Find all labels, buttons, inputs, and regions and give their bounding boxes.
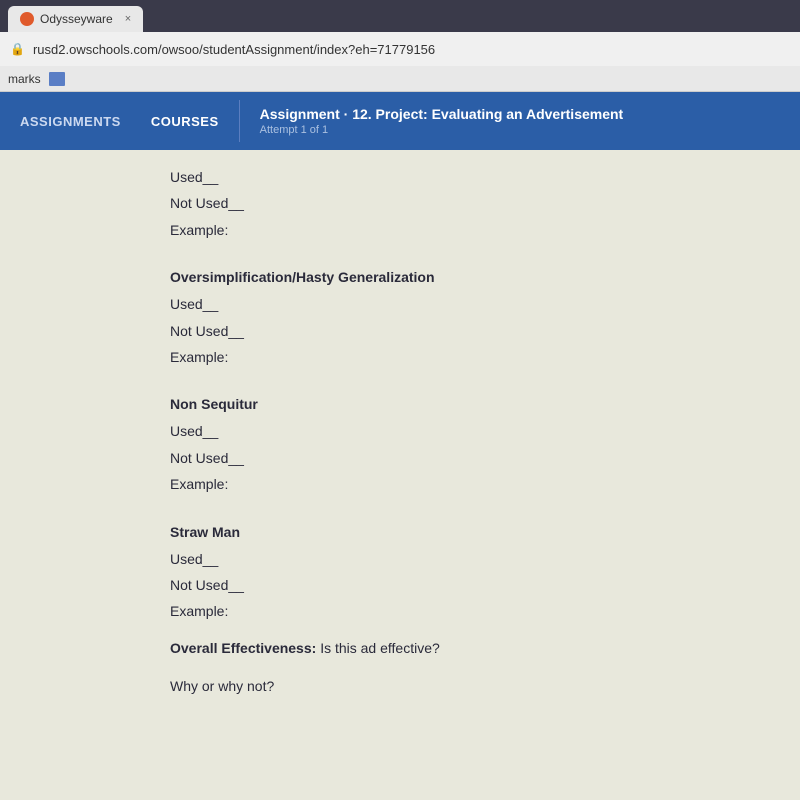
bookmarks-label: marks	[8, 72, 41, 86]
section3-example-text: Example:	[170, 603, 228, 619]
section1-not-used-text: Not Used__	[170, 323, 244, 339]
used-partial-text: Used__	[170, 169, 218, 185]
section1-used-text: Used__	[170, 296, 218, 312]
courses-tab[interactable]: COURSES	[151, 106, 219, 137]
used-partial-line: Used__	[170, 166, 720, 188]
address-bar: 🔒 rusd2.owschools.com/owsoo/studentAssig…	[0, 32, 800, 66]
section3-not-used-line: Not Used__	[170, 574, 720, 596]
browser-tab[interactable]: Odysseyware ×	[8, 6, 143, 32]
assignments-label: ASSIGNMENTS	[20, 114, 121, 129]
assignment-info: Assignment · 12. Project: Evaluating an …	[240, 92, 644, 150]
section2-used-line: Used__	[170, 420, 720, 442]
assignment-prefix: Assignment	[260, 106, 340, 122]
section3-not-used-text: Not Used__	[170, 577, 244, 593]
overall-effectiveness-line: Overall Effectiveness: Is this ad effect…	[170, 637, 720, 659]
section3-used-line: Used__	[170, 548, 720, 570]
courses-label: COURSES	[151, 114, 219, 129]
section2-used-text: Used__	[170, 423, 218, 439]
section1-example-line: Example:	[170, 346, 720, 368]
overall-label: Overall Effectiveness:	[170, 640, 316, 656]
nav-tabs: ASSIGNMENTS COURSES	[0, 92, 239, 150]
section2-not-used-text: Not Used__	[170, 450, 244, 466]
example-1-text: Example:	[170, 222, 228, 238]
section1-heading: Oversimplification/Hasty Generalization	[170, 269, 720, 285]
tab-bar: Odysseyware ×	[0, 0, 800, 32]
section1-used-line: Used__	[170, 293, 720, 315]
address-text[interactable]: rusd2.owschools.com/owsoo/studentAssignm…	[33, 42, 435, 57]
tab-close-button[interactable]: ×	[125, 13, 131, 25]
section3-example-line: Example:	[170, 600, 720, 622]
section1-not-used-line: Not Used__	[170, 320, 720, 342]
assignment-title: Assignment · 12. Project: Evaluating an …	[260, 106, 624, 122]
why-text: Why or why not?	[170, 678, 274, 694]
content-area: Used__ Not Used__ Example: Oversimplific…	[0, 150, 800, 800]
assignments-tab[interactable]: ASSIGNMENTS	[20, 106, 121, 137]
not-used-1-text: Not Used__	[170, 195, 244, 211]
section3-used-text: Used__	[170, 551, 218, 567]
example-1-line: Example:	[170, 219, 720, 241]
why-line: Why or why not?	[170, 675, 720, 697]
overall-text: Is this ad effective?	[320, 640, 440, 656]
section2-example-text: Example:	[170, 476, 228, 492]
section2-heading: Non Sequitur	[170, 396, 720, 412]
section1-example-text: Example:	[170, 349, 228, 365]
bookmarks-folder-icon[interactable]	[49, 72, 65, 86]
assignment-number: · 12. Project: Evaluating an Advertiseme…	[344, 106, 624, 122]
browser-chrome: Odysseyware × 🔒 rusd2.owschools.com/owso…	[0, 0, 800, 92]
bookmarks-bar: marks	[0, 66, 800, 92]
section2-example-line: Example:	[170, 473, 720, 495]
not-used-1-line: Not Used__	[170, 192, 720, 214]
section2-not-used-line: Not Used__	[170, 447, 720, 469]
lock-icon: 🔒	[10, 42, 25, 56]
attempt-label: Attempt 1 of 1	[260, 124, 624, 136]
app-navigation: ASSIGNMENTS COURSES Assignment · 12. Pro…	[0, 92, 800, 150]
section3-heading: Straw Man	[170, 524, 720, 540]
tab-title: Odysseyware	[40, 12, 113, 26]
tab-favicon	[20, 12, 34, 26]
